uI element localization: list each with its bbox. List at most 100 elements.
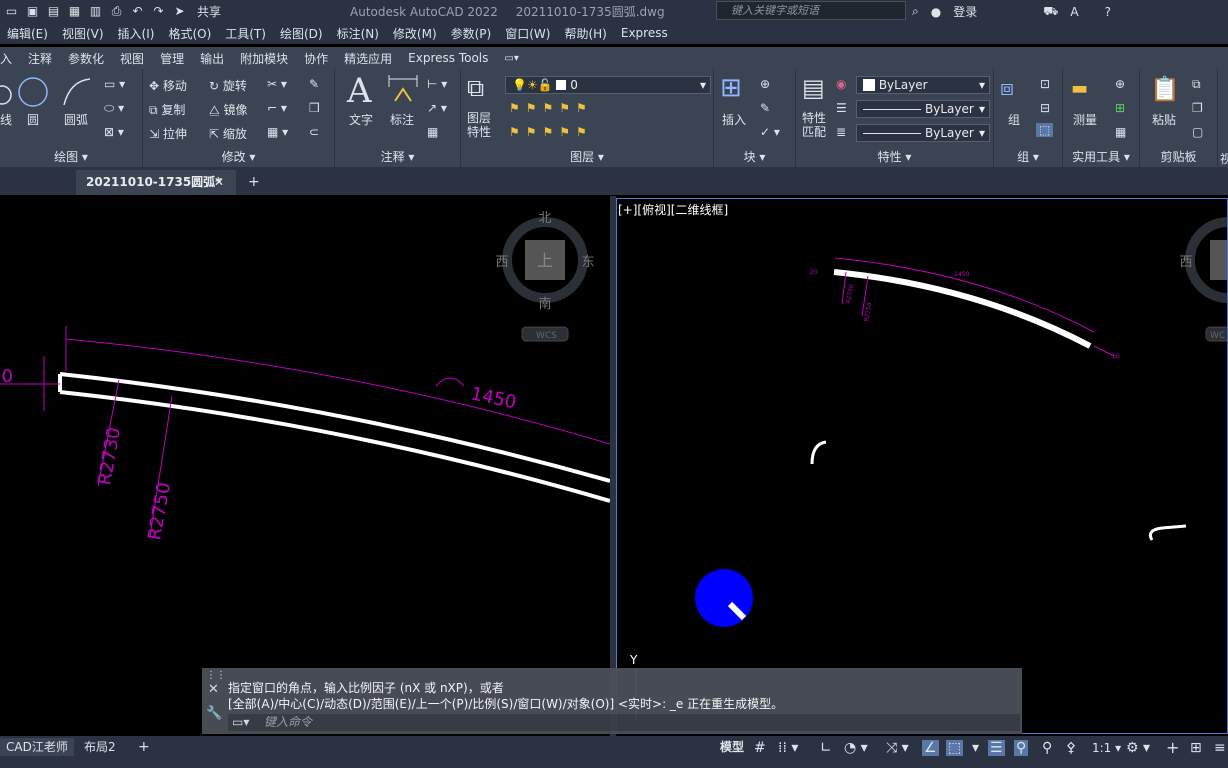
tab-featured-apps[interactable]: 精选应用 [336,50,400,67]
properties-panel-label[interactable]: 特性 ▾ [796,148,993,165]
group-edit-icon[interactable]: ⊟ [1040,101,1050,115]
customization-plus-icon[interactable]: + [1166,740,1179,756]
lineweight-icon[interactable]: ≣ [836,125,846,139]
tab-manage[interactable]: 管理 [152,50,192,67]
save-icon[interactable]: ▣ [25,4,40,18]
leader-icon[interactable]: ↗ ▾ [427,101,447,115]
layout-tab-2[interactable]: 布局2 [78,738,122,756]
undo-icon[interactable]: ↶ [130,4,145,18]
layer-dropdown[interactable]: 💡☀🔓 0 ▾ [505,76,711,94]
menu-window[interactable]: 窗口(W) [498,25,557,42]
viewport-left[interactable]: 上 北 南 西 东 WCS 1450 R2730 R2750 20 [0,196,610,736]
scale-button[interactable]: ⇱ 缩放 [209,125,247,142]
insert-icon[interactable]: ⊞ [720,73,742,103]
new-tab-icon[interactable]: + [248,174,260,190]
view-panel-label-cut[interactable]: 视 [1220,150,1228,167]
annotation-scale-value[interactable]: 1:1 ▾ [1086,739,1127,757]
calculator-icon[interactable]: ▦ [1115,125,1126,139]
send-icon[interactable]: ➤ [172,4,187,18]
snap-icon[interactable]: ⁞⁞ ▾ [778,740,798,756]
search-icon[interactable]: ⌕ [912,4,919,19]
document-tab[interactable]: 20211010-1735圆弧* ✕ [76,170,236,195]
viewcube-left[interactable]: 上 北 南 西 东 WCS [495,211,595,342]
grip-icon[interactable]: ⋮⋮ [206,670,226,681]
measure-button[interactable]: 测量 [1073,111,1097,128]
block-attribute-icon[interactable]: ✓ ▾ [760,125,780,139]
tab-view[interactable]: 视图 [112,50,152,67]
quick-select-icon[interactable]: ⊞ [1115,101,1125,115]
layer-properties-icon[interactable]: ⧉ [467,75,484,101]
color-wheel-icon[interactable]: ◉ [836,77,846,91]
osnap-icon[interactable]: ⬚ [946,740,964,756]
match-properties-button[interactable]: 特性 匹配 [802,111,826,139]
trim-icon[interactable]: ✂ ▾ [267,77,287,91]
fillet-icon[interactable]: ⌐ ▾ [267,101,287,115]
draw-panel-label[interactable]: 绘图 ▾ [0,148,142,165]
wrench-icon[interactable]: 🔧 [206,706,222,721]
tab-express-tools[interactable]: Express Tools [400,51,496,65]
arc-button[interactable]: 圆弧 [64,111,88,128]
annotation-visibility-icon[interactable]: ⚲ [1014,740,1029,756]
help-search-input[interactable]: 键入关键字或短语 [716,1,906,20]
layer-properties-button[interactable]: 图层 特性 [467,111,491,139]
menu-modify[interactable]: 修改(M) [386,25,444,42]
menu-icon[interactable]: ≡ [1214,740,1226,756]
menu-edit[interactable]: 编辑(E) [0,25,55,42]
create-block-icon[interactable]: ⊕ [760,77,770,91]
close-command-icon[interactable]: ✕ [208,682,219,697]
share-button[interactable]: 共享 [197,3,221,20]
offset-icon[interactable]: ⊂ [309,125,319,139]
tab-insert[interactable]: 入 [0,50,20,67]
isolate-objects-icon[interactable]: ⊞ [1190,740,1202,756]
lineweight-toggle-icon[interactable]: ☰ [988,740,1005,756]
ribbon-options-icon[interactable]: ▭▾ [496,53,526,64]
table-icon[interactable]: ▦ [427,125,438,139]
color-dropdown[interactable]: ByLayer ▾ [856,76,990,94]
paste-icon[interactable]: 📋 [1150,75,1180,103]
hatch-icon[interactable]: ⬭ ▾ [104,101,124,116]
tab-addins[interactable]: 附加模块 [232,50,296,67]
copy-clip-icon[interactable]: ❐ [1192,101,1203,115]
help-icon[interactable]: ? [1105,5,1111,19]
rotate-button[interactable]: ↻ 旋转 [209,77,247,94]
clipboard-panel-label[interactable]: 剪贴板 [1140,148,1217,165]
workspace-gear-icon[interactable]: ⚙ ▾ [1126,740,1150,756]
web-save-icon[interactable]: ▥ [88,4,103,18]
stretch-button[interactable]: ⇲ 拉伸 [149,125,187,142]
rectangle-icon[interactable]: ▭ ▾ [104,77,125,91]
polar-icon[interactable]: ◔ ▾ [844,740,868,756]
utilities-panel-label[interactable]: 实用工具 ▾ [1063,148,1139,165]
cut-icon[interactable]: ⧉ [1192,77,1201,92]
save-as-icon[interactable]: ▤ [46,4,61,18]
command-prompt-icon[interactable]: ▭▾ [232,714,249,731]
osnap-tracking-icon[interactable]: ∠ [922,740,939,756]
menu-dimension[interactable]: 标注(N) [330,25,386,42]
circle-button[interactable]: 圆 [27,111,39,128]
measure-icon[interactable]: ▬ [1071,77,1088,101]
layout-tab-1[interactable]: CAD江老师 [0,738,74,756]
annotation-scale-icon[interactable]: ⚴ [1066,740,1076,756]
move-button[interactable]: ✥ 移动 [149,77,187,94]
print-icon[interactable]: ⎙ [109,4,124,18]
layer-tools-row1[interactable]: ⚑⚑⚑⚑⚑ [509,101,593,115]
isodraft-icon[interactable]: ⤨ ▾ [886,740,909,756]
text-icon[interactable]: A [347,73,372,109]
auto-scale-icon[interactable]: ⚲ [1042,740,1052,756]
groups-panel-label[interactable]: 组 ▾ [994,148,1062,165]
group-icon[interactable]: ⧈ [1000,75,1014,103]
command-line[interactable]: ⋮⋮ ✕ 🔧 指定窗口的角点，输入比例因子 (nX 或 nXP)，或者 [全部(… [202,668,1022,734]
lineweight-dropdown[interactable]: ByLayer ▾ [856,124,990,142]
copy-button[interactable]: ⧉ 复制 [149,101,185,118]
user-icon[interactable]: ● [931,5,941,19]
paste-button[interactable]: 粘贴 [1152,111,1176,128]
layer-tools-row2[interactable]: ⚑⚑⚑⚑⚑ [509,125,593,139]
erase-icon[interactable]: ✎ [309,77,319,91]
tab-collaborate[interactable]: 协作 [296,50,336,67]
menu-format[interactable]: 格式(O) [161,25,218,42]
id-point-icon[interactable]: ⊕ [1115,77,1125,91]
menu-tools[interactable]: 工具(T) [218,25,273,42]
osnap-dropdown-icon[interactable]: ▾ [972,740,979,756]
ortho-icon[interactable]: ∟ [820,740,832,756]
insert-button[interactable]: 插入 [722,111,746,128]
menu-insert[interactable]: 插入(I) [111,25,162,42]
